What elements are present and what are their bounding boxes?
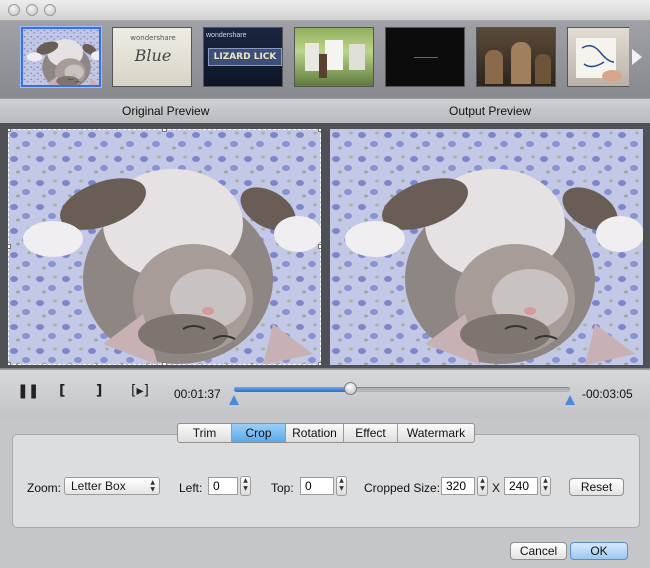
reset-button[interactable]: Reset — [569, 478, 624, 496]
thumbnail-scene-shape — [414, 57, 438, 58]
thumbnail-scene-shape — [511, 42, 531, 84]
left-label: Left: — [179, 481, 203, 495]
original-preview-label: Original Preview — [122, 104, 210, 118]
thumbnail-logo-text: LIZARD LICK — [208, 48, 282, 66]
thumbnail-dark-frame[interactable] — [385, 27, 465, 87]
tab-trim[interactable]: Trim — [178, 424, 232, 442]
tab-rotation[interactable]: Rotation — [286, 424, 344, 442]
crop-frame[interactable] — [8, 129, 321, 365]
zoom-select[interactable]: Letter Box ▲ ▼ — [64, 477, 160, 495]
crop-handle-top[interactable] — [162, 129, 167, 132]
ok-button[interactable]: OK — [570, 542, 628, 560]
thumbnail-scene-shape — [349, 44, 365, 70]
top-input[interactable] — [300, 477, 334, 495]
thumbnail-laundry-scene[interactable] — [294, 27, 374, 87]
mark-in-icon[interactable]: [ — [59, 383, 65, 399]
thumbnail-scene-shape — [535, 54, 551, 84]
tab-crop[interactable]: Crop — [232, 424, 286, 442]
clip-filmstrip: wondershare Blue wondershare LIZARD LICK — [0, 21, 650, 94]
thumbnail-drawing-scene[interactable] — [567, 27, 629, 87]
edit-tabs: Trim Crop Rotation Effect Watermark — [177, 423, 475, 443]
thumbnail-scene-shape — [319, 54, 327, 78]
remaining-time: -00:03:05 — [582, 387, 633, 401]
thumbnail-title-text: Blue — [134, 46, 172, 65]
top-label: Top: — [271, 481, 294, 495]
thumbnail-subtext: wondershare — [206, 32, 247, 39]
crop-width-input[interactable] — [441, 477, 475, 495]
tab-effect[interactable]: Effect — [344, 424, 398, 442]
trim-start-marker[interactable] — [229, 395, 239, 405]
video-editor-window: wondershare Blue wondershare LIZARD LICK — [0, 0, 650, 568]
crop-handle-left[interactable] — [8, 244, 11, 249]
drawing-thumbnail-image — [576, 38, 622, 82]
crop-handle-top-right[interactable] — [318, 129, 321, 132]
title-bar — [0, 0, 650, 21]
top-stepper[interactable]: ▲ ▼ — [336, 476, 347, 496]
playback-controls: ❚❚ [ ] [▸] 00:01:37 -00:03:05 — [0, 369, 650, 418]
pause-icon[interactable]: ❚❚ — [17, 383, 39, 399]
cropped-size-label: Cropped Size: — [364, 481, 441, 495]
crop-width-stepper[interactable]: ▲ ▼ — [477, 476, 488, 496]
thumbnail-subtext: wondershare — [130, 34, 176, 42]
thumbnail-market-scene[interactable] — [476, 27, 556, 87]
cancel-button[interactable]: Cancel — [510, 542, 567, 560]
timeline-progress — [234, 387, 352, 392]
output-preview — [330, 129, 643, 365]
thumbnail-scene-shape — [305, 43, 319, 71]
kitten-thumbnail-image — [23, 29, 99, 85]
left-input[interactable] — [208, 477, 238, 495]
left-stepper[interactable]: ▲ ▼ — [240, 476, 251, 496]
minimize-window-button[interactable] — [26, 4, 38, 16]
crop-handle-bottom-left[interactable] — [8, 362, 11, 365]
timeline-track[interactable] — [234, 387, 570, 392]
output-video-frame — [330, 129, 643, 365]
crop-handle-right[interactable] — [318, 244, 321, 249]
preview-area — [0, 123, 650, 368]
original-preview[interactable] — [8, 129, 321, 365]
dialog-footer: Cancel OK — [0, 536, 650, 568]
edit-settings: Trim Crop Rotation Effect Watermark Zoom… — [0, 418, 650, 536]
crop-height-input[interactable] — [504, 477, 538, 495]
crop-height-stepper[interactable]: ▲ ▼ — [540, 476, 551, 496]
next-frame-icon[interactable]: [▸] — [131, 383, 149, 399]
crop-handle-bottom[interactable] — [162, 362, 167, 365]
preview-header: Original Preview Output Preview — [0, 98, 650, 124]
thumbnail-scene-shape — [485, 50, 503, 84]
trim-end-marker[interactable] — [565, 395, 575, 405]
size-separator-label: X — [492, 481, 501, 495]
close-window-button[interactable] — [8, 4, 20, 16]
thumbnail-wizard-logo[interactable]: wondershare LIZARD LICK — [203, 27, 283, 87]
zoom-label: Zoom: — [27, 481, 62, 495]
current-time: 00:01:37 — [174, 387, 221, 401]
mark-out-icon[interactable]: ] — [96, 383, 102, 399]
select-arrows-icon: ▲ ▼ — [150, 479, 155, 493]
chevron-right-icon[interactable] — [632, 49, 642, 65]
thumbnail-scene-shape — [325, 40, 343, 70]
zoom-window-button[interactable] — [44, 4, 56, 16]
zoom-value: Letter Box — [71, 479, 126, 493]
thumbnail-kitten[interactable] — [21, 27, 101, 87]
timeline-playhead[interactable] — [344, 382, 357, 395]
crop-handle-top-left[interactable] — [8, 129, 11, 132]
tab-watermark[interactable]: Watermark — [398, 424, 474, 442]
output-preview-label: Output Preview — [449, 104, 532, 118]
crop-handle-bottom-right[interactable] — [318, 362, 321, 365]
thumbnail-blue-title[interactable]: wondershare Blue — [112, 27, 192, 87]
